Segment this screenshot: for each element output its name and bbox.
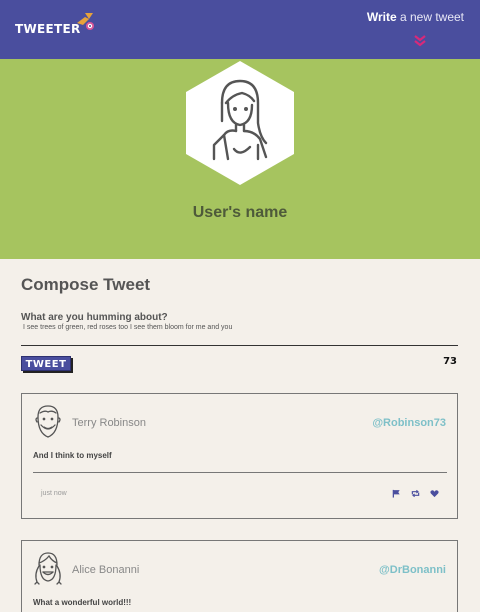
tweet-handle[interactable]: @DrBonanni <box>379 564 446 576</box>
tweet-handle[interactable]: @Robinson73 <box>372 417 446 429</box>
woman-avatar-icon <box>186 61 294 185</box>
tweet-author[interactable]: Alice Bonanni <box>72 564 139 576</box>
tweet-card: Alice Bonanni @DrBonanni What a wonderfu… <box>21 540 458 612</box>
write-link-rest: a new tweet <box>396 10 464 24</box>
top-nav: TWEETER Write a new tweet <box>0 0 480 59</box>
double-chevron-down-icon[interactable] <box>413 35 427 47</box>
tweet-text: And I think to myself <box>33 451 112 460</box>
tweet-button[interactable]: TWEET <box>21 356 71 371</box>
compose-divider <box>21 345 458 346</box>
tweet-author[interactable]: Terry Robinson <box>72 417 146 429</box>
write-new-tweet-link[interactable]: Write a new tweet <box>367 10 464 24</box>
tweet-card: Terry Robinson @Robinson73 And I think t… <box>21 393 458 519</box>
compose-input[interactable]: I see trees of green, red roses too I se… <box>23 324 232 331</box>
heart-icon[interactable] <box>430 489 439 498</box>
tweet-time: just now <box>41 490 67 497</box>
app-logo[interactable]: TWEETER <box>15 22 81 36</box>
bearded-man-avatar-icon <box>35 405 61 438</box>
tweet-text: What a wonderful world!!! <box>33 598 132 607</box>
compose-prompt-label: What are you humming about? <box>21 312 168 323</box>
tweet-actions <box>392 489 439 498</box>
profile-banner: User's name <box>0 59 480 259</box>
profile-user-name: User's name <box>192 204 288 221</box>
char-count: 73 <box>443 356 457 367</box>
tweet-divider <box>33 472 447 473</box>
write-link-bold: Write <box>366 10 397 24</box>
retweet-icon[interactable] <box>411 489 420 498</box>
woman-pigtails-avatar-icon <box>34 552 62 585</box>
flag-icon[interactable] <box>392 489 401 498</box>
bird-icon <box>77 13 94 30</box>
compose-title: Compose Tweet <box>21 275 151 294</box>
